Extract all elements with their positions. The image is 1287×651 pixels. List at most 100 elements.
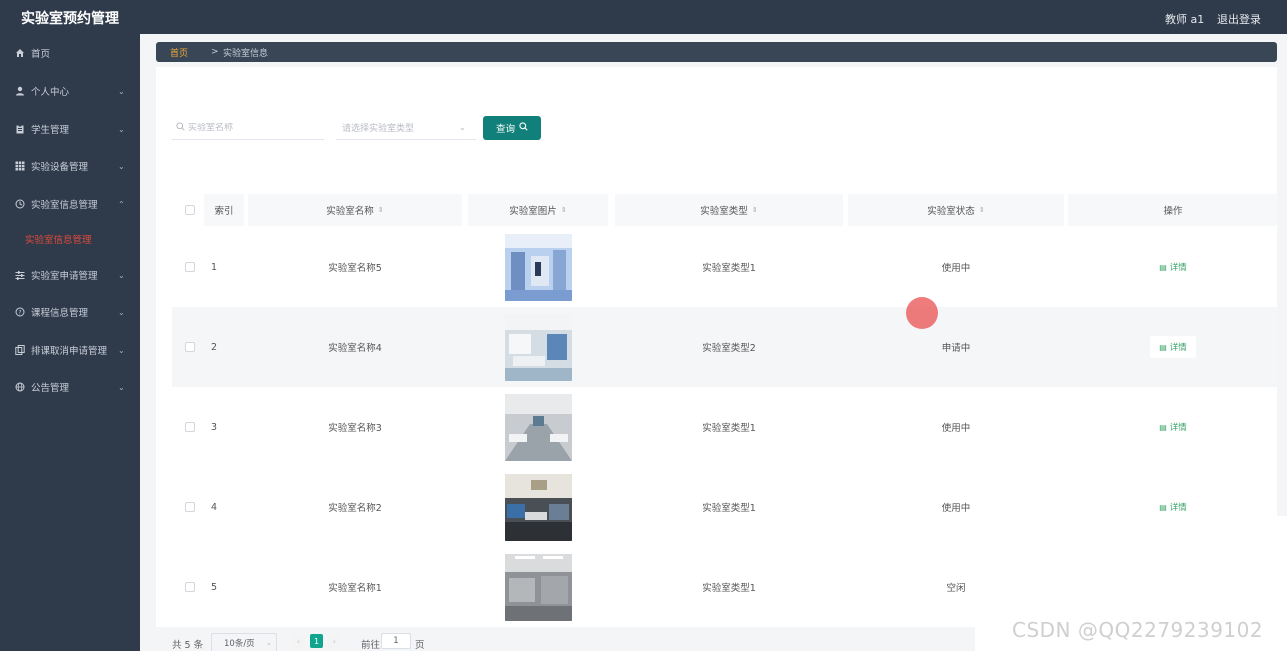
row-checkbox[interactable] [185,342,195,352]
row-checkbox-cell [176,547,204,627]
row-checkbox-cell [176,227,204,307]
lab-image[interactable] [504,313,572,381]
type-cell: 实验室类型1 [702,503,756,514]
query-button[interactable]: 查询 [483,116,541,140]
column-header-name[interactable]: 实验室名称 ⇕ [248,194,462,226]
document-icon: ▤ [1159,342,1167,352]
column-header-type[interactable]: 实验室类型 ⇕ [615,194,843,226]
sidebar-item-home[interactable]: 首页 [0,38,140,68]
row-checkbox[interactable] [185,422,195,432]
sidebar-item-profile[interactable]: 个人中心 ⌄ [0,76,140,106]
chevron-down-icon: ⌄ [266,638,272,647]
sidebar-item-label: 排课取消申请管理 [31,346,108,357]
query-button-label: 查询 [495,124,515,135]
watermark-text: CSDN @QQ2279239102 [1012,618,1264,642]
type-cell: 实验室类型1 [702,583,756,594]
detail-button[interactable]: ▤详情 [1150,416,1196,438]
action-cell: ▤详情 [1068,227,1278,307]
submenu-item-lab-info[interactable]: 实验室信息管理 [0,226,140,252]
column-header-image[interactable]: 实验室图片 ⇕ [468,194,608,226]
sidebar-item-lab-application[interactable]: 实验室申请管理 ⌄ [0,260,140,290]
sort-icon: ⇕ [751,206,758,214]
type-cell: 实验室类型1 [702,263,756,274]
row-checkbox-cell [176,467,204,547]
image-cell [468,227,608,307]
sort-icon: ⇕ [978,206,985,214]
status-cell: 申请中 [941,343,971,354]
chevron-down-icon: ⌄ [118,161,125,171]
sidebar-item-students[interactable]: 学生管理 ⌄ [0,114,140,144]
chevron-down-icon: ⌄ [118,382,125,392]
name-cell: 实验室名称4 [328,343,382,354]
sliders-icon [15,270,25,280]
sidebar-item-notices[interactable]: 公告管理 ⌄ [0,372,140,402]
table-row: 1 实验室名称5 实验室类型1 使用中 ▤ 详情 [172,227,1278,307]
pagination: 共 5 条 10条/页 ⌄ ‹ 1 › 前往 页 [172,633,572,651]
detail-button-label: 详情 [1169,263,1187,273]
index-cell: 4 [211,501,218,513]
clock-icon [15,199,25,209]
detail-button[interactable]: ▤详情 [1150,496,1196,518]
detail-button[interactable]: ▤详情 [1150,256,1196,278]
column-header-label: 实验室类型 [700,206,748,217]
lab-image[interactable] [504,553,572,621]
sidebar-item-schedule-cancel[interactable]: 排课取消申请管理 ⌄ [0,335,140,365]
name-cell: 实验室名称5 [328,263,382,274]
app-title: 实验室预约管理 [21,11,119,27]
sidebar-item-label: 实验室申请管理 [31,271,98,282]
table-row: 2 实验室名称4 实验室类型2 申请中 ▤ 详情 [172,307,1278,387]
prev-page-button[interactable]: ‹ [292,634,305,648]
table-row: 3 实验室名称3 实验室类型1 使用中 ▤ 详情 [172,387,1278,467]
column-header-status[interactable]: 实验室状态 ⇕ [848,194,1064,226]
lab-name-search[interactable] [172,116,324,140]
row-checkbox-cell [176,307,204,387]
lab-image[interactable] [504,473,572,541]
chevron-down-icon: ⌄ [118,86,125,96]
sidebar-item-label: 首页 [31,49,51,60]
goto-page-input[interactable] [381,633,411,649]
sidebar-item-label: 学生管理 [31,125,70,136]
row-checkbox[interactable] [185,262,195,272]
user-label: 教师 a1 [1165,13,1205,26]
logout-link[interactable]: 退出登录 [1217,11,1261,27]
svg-text:?: ? [18,310,21,317]
detail-button[interactable]: ▤详情 [1150,336,1196,358]
column-header-label: 实验室名称 [326,206,374,217]
document-icon: ▤ [1159,502,1167,512]
sidebar-item-label: 公告管理 [31,383,70,394]
sidebar-item-lab-info[interactable]: 实验室信息管理 ⌃ [0,189,140,219]
sidebar-item-label: 实验设备管理 [31,162,89,173]
sidebar-item-equipment[interactable]: 实验设备管理 ⌄ [0,151,140,181]
search-icon [176,121,185,134]
image-cell [468,307,608,387]
name-cell: 实验室名称3 [328,423,382,434]
breadcrumb-current: 实验室信息 [223,48,269,59]
page-suffix-label: 页 [415,640,425,651]
globe-icon [15,382,25,392]
lab-name-input[interactable] [188,122,318,133]
select-all-checkbox[interactable] [185,205,195,215]
lab-image[interactable] [504,233,572,301]
index-cell: 1 [211,261,218,273]
submenu-item-label: 实验室信息管理 [25,235,92,246]
grid-icon [15,161,25,171]
breadcrumb-home-link[interactable]: 首页 [170,46,188,59]
row-checkbox[interactable] [185,582,195,592]
chevron-down-icon: ⌄ [459,123,466,132]
name-cell: 实验室名称1 [328,583,382,594]
lab-image[interactable] [504,393,572,461]
row-checkbox[interactable] [185,502,195,512]
status-cell: 使用中 [941,423,971,434]
sidebar-item-label: 实验室信息管理 [31,200,98,211]
help-circle-icon: ? [15,307,25,317]
user-icon [15,86,25,96]
sidebar-item-courses[interactable]: ? 课程信息管理 ⌄ [0,297,140,327]
page-size-select[interactable]: 10条/页 ⌄ [211,633,277,651]
table-header: 索引 实验室名称 ⇕ 实验室图片 ⇕ 实验室类型 ⇕ 实验室状态 ⇕ 操作 [172,194,1278,226]
next-page-button[interactable]: › [328,634,341,648]
type-cell: 实验室类型1 [702,423,756,434]
detail-button-label: 详情 [1169,423,1187,433]
lab-type-select[interactable]: 请选择实验室类型 ⌄ [336,116,476,140]
column-header-label: 实验室图片 [509,206,557,217]
page-number-button[interactable]: 1 [310,634,323,648]
